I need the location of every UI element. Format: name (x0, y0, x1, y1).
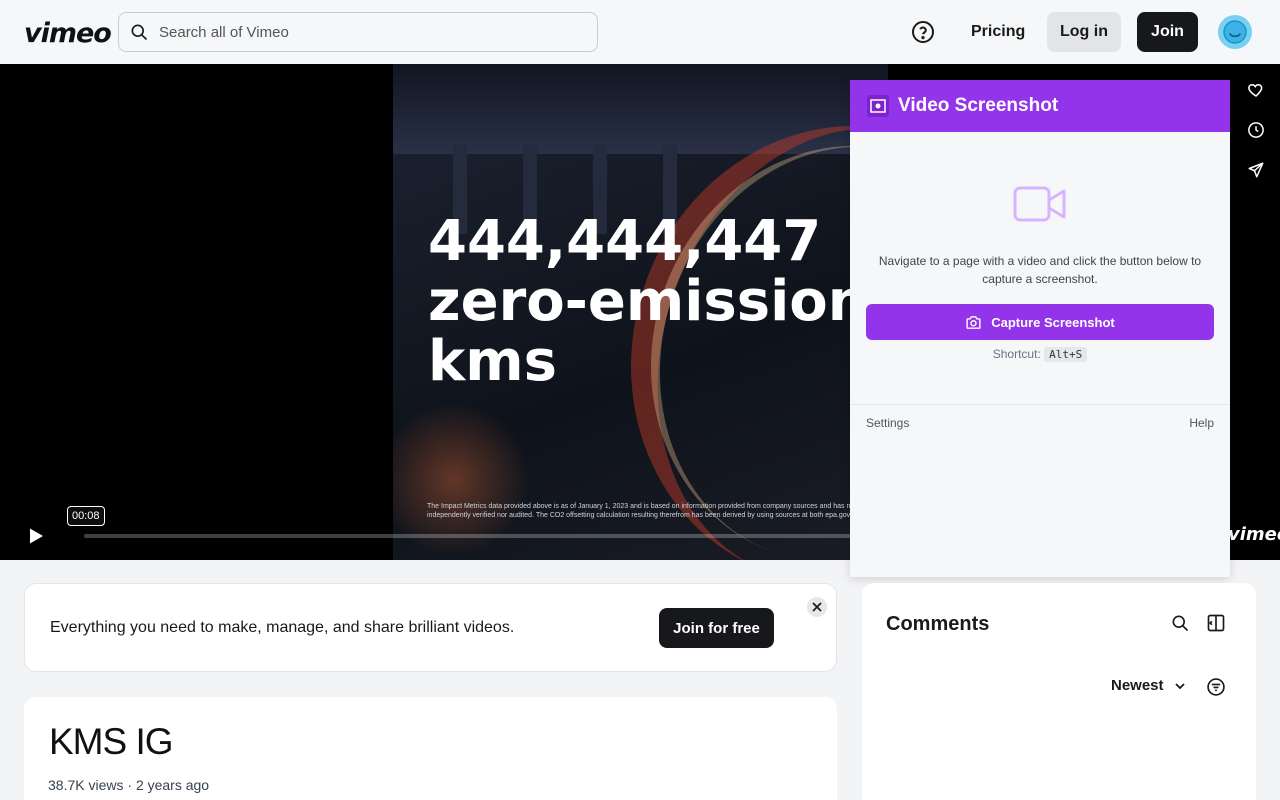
disclaimer-line-2: independently verified nor audited. The … (427, 512, 857, 519)
join-for-free-button[interactable]: Join for free (659, 608, 774, 648)
panel-icon (1207, 614, 1225, 632)
signup-banner: Everything you need to make, manage, and… (24, 583, 837, 672)
meta-separator: · (127, 777, 133, 793)
search-icon (131, 24, 148, 41)
player-vimeo-logo[interactable]: vimeo (1228, 524, 1280, 545)
play-button[interactable] (27, 527, 45, 545)
watch-later-button[interactable] (1244, 118, 1268, 142)
filter-icon (1207, 678, 1225, 696)
view-count: 38.7K views (48, 777, 124, 793)
capture-button-label: Capture Screenshot (991, 314, 1115, 330)
capture-screenshot-button[interactable]: Capture Screenshot (866, 304, 1214, 340)
shortcut-label: Shortcut: (992, 347, 1041, 361)
progress-bar[interactable] (84, 534, 854, 538)
chevron-down-icon (1174, 682, 1185, 689)
top-header: vimeo Pricing Log in Join (0, 0, 1280, 64)
overlay-line-2: zero-emission (428, 269, 868, 334)
pricing-link[interactable]: Pricing (958, 12, 1038, 52)
film-icon (870, 99, 886, 113)
video-camera-icon (1013, 184, 1067, 229)
comments-panel-toggle[interactable] (1206, 613, 1226, 633)
extension-logo (867, 95, 889, 117)
popup-header: Video Screenshot (850, 80, 1230, 132)
search-input[interactable] (159, 23, 559, 41)
popup-instructions: Navigate to a page with a video and clic… (878, 254, 1202, 286)
player-side-actions (1244, 78, 1268, 198)
send-icon (1248, 162, 1264, 178)
help-icon (912, 21, 934, 43)
overlay-line-1: 444,444,447 (428, 209, 822, 274)
camera-icon (966, 315, 981, 329)
play-icon (30, 528, 43, 544)
video-title: KMS IG (49, 721, 174, 762)
video-details: KMS IG 38.7K views · 2 years ago (24, 697, 837, 800)
clock-icon (1248, 122, 1264, 138)
heart-icon (1248, 83, 1263, 97)
popup-footer: Settings Help (850, 404, 1230, 444)
video-disclaimer: The Impact Metrics data provided above i… (427, 502, 857, 520)
video-meta: 38.7K views · 2 years ago (48, 777, 209, 793)
disclaimer-line-1: The Impact Metrics data provided above i… (427, 503, 857, 510)
join-button[interactable]: Join (1137, 12, 1198, 52)
comments-filter-button[interactable] (1206, 677, 1226, 697)
comments-title: Comments (886, 613, 990, 635)
shortcut-key: Alt+S (1044, 347, 1088, 362)
banner-text: Everything you need to make, manage, and… (50, 619, 515, 636)
avatar-icon (1223, 20, 1247, 44)
avatar[interactable] (1218, 15, 1252, 49)
settings-link[interactable]: Settings (866, 416, 909, 430)
sort-dropdown[interactable]: Newest (1111, 677, 1186, 694)
login-button[interactable]: Log in (1047, 12, 1121, 52)
video-screenshot-popup: Video Screenshot Navigate to a page with… (850, 80, 1230, 577)
video-overlay-text: 444,444,447 zero-emission kms (428, 212, 868, 392)
comments-panel: Comments Newest (862, 583, 1256, 800)
overlay-line-3: kms (428, 329, 557, 394)
search-icon (1172, 615, 1189, 632)
popup-title: Video Screenshot (898, 95, 1059, 116)
like-button[interactable] (1244, 78, 1268, 102)
shortcut-hint: Shortcut: Alt+S (850, 347, 1230, 362)
sort-label: Newest (1111, 677, 1164, 694)
help-button[interactable] (911, 20, 935, 44)
vimeo-logo[interactable]: vimeo (24, 18, 112, 49)
comments-search-button[interactable] (1170, 613, 1190, 633)
help-link[interactable]: Help (1189, 416, 1214, 430)
close-icon (812, 602, 822, 612)
share-button[interactable] (1244, 158, 1268, 182)
search-box[interactable] (118, 12, 598, 52)
upload-age: 2 years ago (135, 777, 210, 793)
banner-close-button[interactable] (807, 597, 827, 617)
time-tooltip: 00:08 (67, 506, 105, 526)
